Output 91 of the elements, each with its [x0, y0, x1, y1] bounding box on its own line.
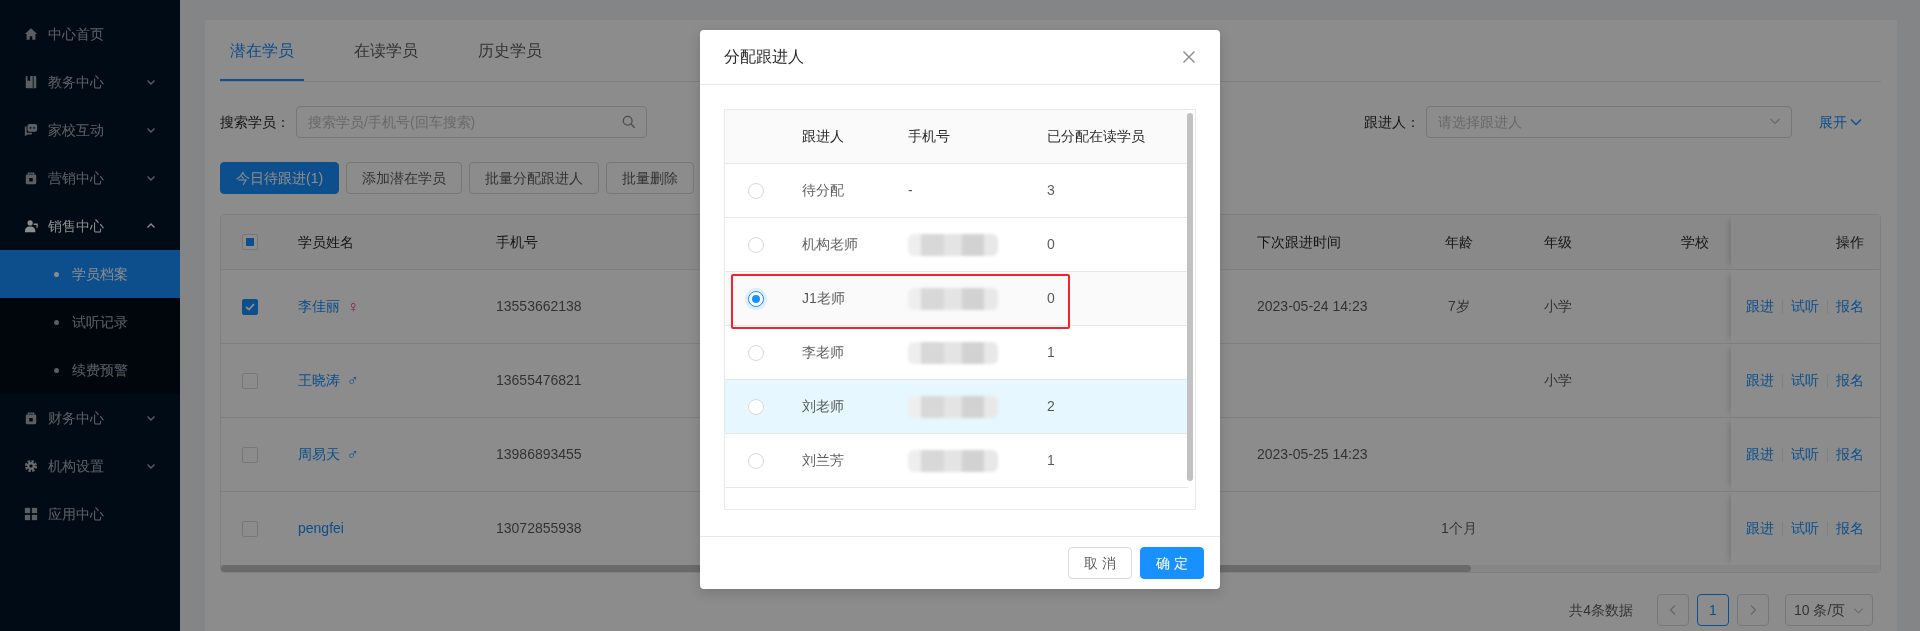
action-link[interactable]: 试听	[1791, 444, 1819, 465]
table-cell-text: 小学	[1544, 297, 1572, 316]
table-cell-text: 7岁	[1448, 297, 1470, 316]
table-cell-text: 刘兰芳	[802, 451, 844, 470]
submenu-item[interactable]: 学员档案	[0, 250, 180, 298]
user-icon	[24, 219, 38, 233]
tab[interactable]: 在读学员	[344, 39, 428, 81]
submenu-item[interactable]: 试听记录	[0, 298, 180, 346]
sidebar-item[interactable]: 中心首页	[0, 10, 180, 58]
column-header: 手机号	[496, 232, 538, 252]
tab[interactable]: 潜在学员	[220, 39, 304, 81]
search-icon	[622, 115, 636, 129]
table-cell-text: 13553662138	[496, 297, 582, 316]
action-link[interactable]: 报名	[1836, 518, 1864, 539]
table-cell-text: 待分配	[802, 181, 844, 200]
action-link[interactable]: 跟进	[1746, 444, 1774, 465]
table-row[interactable]: J1老师 0	[725, 272, 1188, 326]
sidebar-item[interactable]: 财务中心	[0, 394, 180, 442]
expand-link[interactable]: 展开	[1818, 111, 1862, 133]
table-cell-text: 小学	[1544, 371, 1572, 390]
checkbox[interactable]	[241, 298, 258, 315]
chevron-down-icon	[1850, 116, 1862, 128]
action-link[interactable]: 报名	[1836, 296, 1864, 317]
action-link[interactable]: 试听	[1791, 518, 1819, 539]
column-header: 操作	[1836, 232, 1864, 252]
gender-symbol: ♂	[347, 444, 359, 465]
table-cell-text: 1	[1047, 343, 1055, 362]
toolbar-button[interactable]: 批量分配跟进人	[469, 162, 600, 194]
student-name-link[interactable]: 周易天	[298, 444, 340, 465]
student-name-link[interactable]: 李佳丽	[298, 296, 340, 317]
toolbar-button[interactable]: 批量删除	[606, 162, 695, 194]
cancel-button[interactable]: 取 消	[1068, 547, 1132, 579]
table-cell-text: 2	[1047, 397, 1055, 416]
column-header: 学校	[1681, 232, 1709, 252]
previous-page-button[interactable]	[1657, 594, 1689, 626]
column-header: 学员姓名	[298, 232, 354, 252]
total-count: 共4条数据	[1569, 600, 1633, 620]
table-cell-text: 13655476821	[496, 371, 582, 390]
action-link[interactable]: 试听	[1791, 370, 1819, 391]
tab[interactable]: 历史学员	[468, 39, 552, 81]
table-row[interactable]: 刘兰芳 1	[725, 434, 1188, 488]
sidebar-item[interactable]: 营销中心	[0, 154, 180, 202]
action-link[interactable]: 跟进	[1746, 370, 1774, 391]
table-cell-text: 2023-05-25 14:23	[1257, 445, 1368, 464]
table-cell-text: 2023-05-24 14:23	[1257, 297, 1368, 316]
table-cell-text: 0	[1047, 235, 1055, 254]
field-label: 搜索学员：	[220, 112, 290, 132]
table-cell-text: 刘老师	[802, 397, 844, 416]
column-header: 已分配在读学员	[1047, 127, 1145, 146]
table-cell-text: 0	[1047, 289, 1055, 308]
table-cell-text: 1	[1047, 451, 1055, 470]
field-label: 跟进人：	[1363, 112, 1420, 132]
submenu-item[interactable]: 续费预警	[0, 346, 180, 394]
table-cell-text: 3	[1047, 181, 1055, 200]
action-link[interactable]: 试听	[1791, 296, 1819, 317]
column-header: 年级	[1544, 232, 1572, 252]
sidebar-item[interactable]: 家校互动	[0, 106, 180, 154]
page-size-select[interactable]: 10 条/页	[1785, 594, 1873, 626]
column-header: 下次跟进时间	[1257, 232, 1341, 252]
radio-button[interactable]	[748, 290, 764, 307]
action-link[interactable]: 报名	[1836, 370, 1864, 391]
dialog-title: 分配跟进人	[724, 47, 804, 67]
table-cell-text: -	[908, 181, 913, 200]
close-icon[interactable]	[1182, 50, 1196, 64]
sidebar-item[interactable]: 应用中心	[0, 490, 180, 538]
table-cell-text: 李老师	[802, 343, 844, 362]
sidebar-item[interactable]: 教务中心	[0, 58, 180, 106]
student-name-link[interactable]: 王晓涛	[298, 370, 340, 391]
toolbar-button[interactable]: 添加潜在学员	[346, 162, 463, 194]
next-page-button[interactable]	[1737, 594, 1769, 626]
column-header: 年龄	[1445, 232, 1473, 252]
scrollbar[interactable]	[1187, 113, 1193, 481]
column-header: 跟进人	[802, 127, 844, 146]
action-link[interactable]: 报名	[1836, 444, 1864, 465]
page-button[interactable]: 1	[1697, 594, 1729, 626]
column-header: 手机号	[908, 127, 950, 146]
table-cell-text: 13072855938	[496, 519, 582, 538]
table-row[interactable]: 刘老师 2	[725, 380, 1188, 434]
toolbar-button[interactable]: 今日待跟进(1)	[220, 162, 340, 194]
table-cell-text: 机构老师	[802, 235, 858, 254]
sidebar-item[interactable]: 销售中心	[0, 202, 180, 250]
gender-symbol: ♀	[347, 296, 359, 317]
gender-symbol: ♂	[347, 370, 359, 391]
table-cell-text: 13986893455	[496, 445, 582, 464]
table-cell-text: J1老师	[802, 289, 845, 308]
action-link[interactable]: 跟进	[1746, 518, 1774, 539]
confirm-button[interactable]: 确 定	[1140, 547, 1204, 579]
student-name-link[interactable]: pengfei	[298, 518, 344, 539]
table-cell-text: 1个月	[1441, 519, 1477, 538]
action-link[interactable]: 跟进	[1746, 296, 1774, 317]
sidebar-item[interactable]: 机构设置	[0, 442, 180, 490]
